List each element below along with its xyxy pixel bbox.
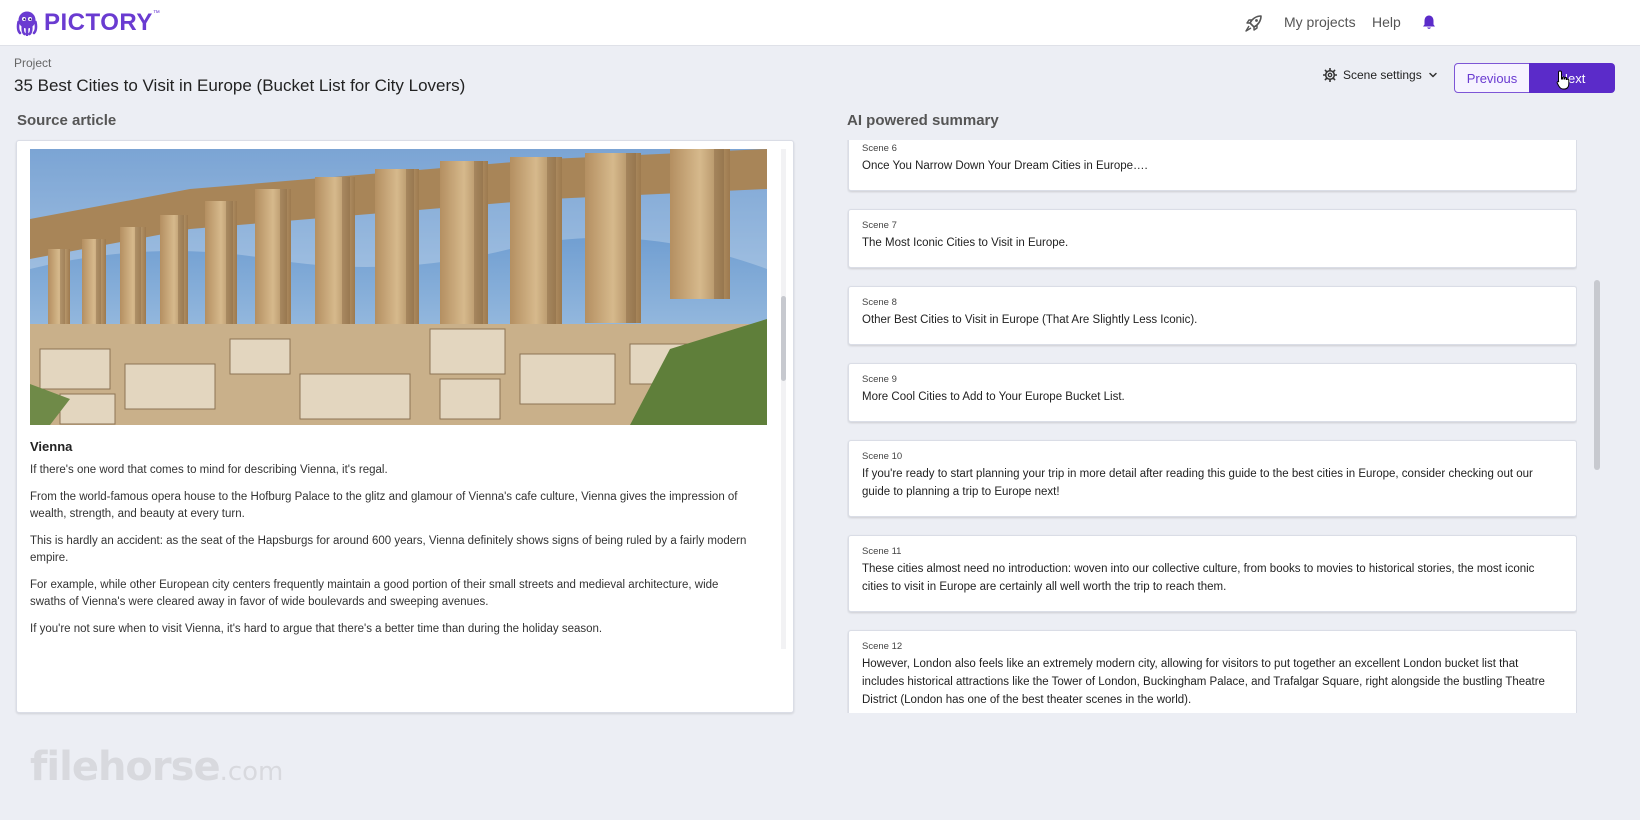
scene-number: Scene 11 — [862, 546, 902, 557]
article-paragraph: This is hardly an accident: as the seat … — [30, 534, 747, 565]
source-article-panel[interactable]: Vienna If there's one word that comes to… — [16, 140, 794, 713]
project-title: 35 Best Cities to Visit in Europe (Bucke… — [14, 76, 466, 95]
scene-text[interactable]: Once You Narrow Down Your Dream Cities i… — [862, 157, 1562, 175]
article-heading: Vienna — [30, 439, 73, 454]
logo-text: PICTORY — [44, 9, 153, 36]
scene-text[interactable]: These cities almost need no introduction… — [862, 560, 1562, 596]
article-scrollbar-thumb[interactable] — [781, 296, 786, 381]
gear-icon — [1323, 68, 1337, 82]
source-article-title: Source article — [17, 112, 117, 129]
article-image — [30, 149, 767, 425]
scene-list-scrollbar-thumb[interactable] — [1594, 280, 1600, 470]
article-paragraph: For example, while other European city c… — [30, 578, 719, 609]
next-button[interactable]: Next — [1529, 63, 1615, 93]
scene-text[interactable]: The Most Iconic Cities to Visit in Europ… — [862, 234, 1562, 252]
filehorse-watermark: filehorse.com — [30, 744, 283, 790]
article-body: Vienna If there's one word that comes to… — [30, 439, 755, 647]
article-paragraph: If you're not sure when to visit Vienna,… — [30, 622, 603, 635]
scene-text[interactable]: If you're ready to start planning your t… — [862, 465, 1562, 501]
cursor-icon — [1556, 70, 1570, 90]
project-label: Project — [14, 56, 52, 70]
scene-settings-label: Scene settings — [1343, 68, 1422, 82]
watermark-main: filehorse — [30, 744, 221, 790]
scene-card[interactable]: Scene 8 Other Best Cities to Visit in Eu… — [848, 286, 1577, 345]
scene-list[interactable]: Scene 6 Once You Narrow Down Your Dream … — [847, 140, 1577, 713]
ai-summary-title: AI powered summary — [847, 112, 999, 129]
logo-trademark: ™ — [152, 10, 160, 17]
scene-number: Scene 7 — [862, 220, 897, 231]
bell-icon[interactable] — [1421, 14, 1437, 31]
nav-help[interactable]: Help — [1372, 14, 1401, 30]
scene-number: Scene 8 — [862, 297, 897, 308]
scene-card[interactable]: Scene 9 More Cool Cities to Add to Your … — [848, 363, 1577, 422]
scene-text[interactable]: However, London also feels like an extre… — [862, 655, 1562, 709]
scene-text[interactable]: Other Best Cities to Visit in Europe (Th… — [862, 311, 1562, 329]
scene-number: Scene 10 — [862, 451, 903, 462]
scene-settings-dropdown[interactable]: Scene settings — [1323, 68, 1438, 82]
watermark-suffix: .com — [219, 757, 284, 787]
previous-button[interactable]: Previous — [1454, 63, 1530, 93]
pictory-logo[interactable]: PICTORY ™ — [14, 8, 160, 38]
article-scrollbar-track[interactable] — [781, 149, 786, 649]
article-paragraph: If there's one word that comes to mind f… — [30, 464, 388, 476]
chevron-down-icon — [1428, 72, 1437, 78]
scene-text[interactable]: More Cool Cities to Add to Your Europe B… — [862, 388, 1562, 406]
rocket-icon[interactable] — [1244, 13, 1264, 33]
scene-card[interactable]: Scene 7 The Most Iconic Cities to Visit … — [848, 209, 1577, 268]
scene-number: Scene 6 — [862, 143, 897, 154]
article-paragraph: From the world-famous opera house to the… — [30, 490, 738, 521]
scene-card[interactable]: Scene 10 If you're ready to start planni… — [848, 440, 1577, 517]
scene-card[interactable]: Scene 12 However, London also feels like… — [848, 630, 1577, 713]
scene-number: Scene 12 — [862, 641, 903, 652]
nav-my-projects[interactable]: My projects — [1284, 14, 1356, 30]
top-bar: PICTORY ™ My projects Help — [0, 0, 1640, 46]
scene-card[interactable]: Scene 6 Once You Narrow Down Your Dream … — [848, 140, 1577, 191]
octopus-logo-icon — [16, 11, 38, 36]
scene-number: Scene 9 — [862, 374, 897, 385]
scene-card[interactable]: Scene 11 These cities almost need no int… — [848, 535, 1577, 612]
